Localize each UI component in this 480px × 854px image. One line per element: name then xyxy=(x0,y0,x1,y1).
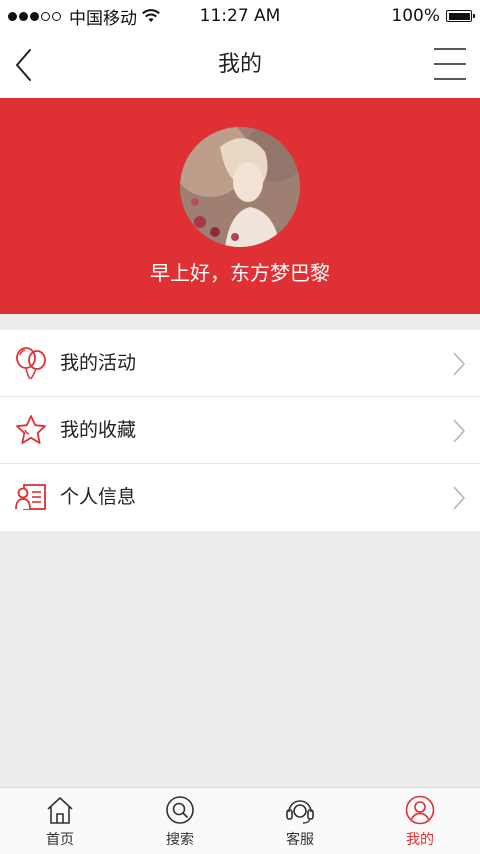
tab-label: 我的 xyxy=(406,832,434,848)
menu-list: 我的活动 我的收藏 个人信息 xyxy=(0,330,480,531)
tab-service[interactable]: 客服 xyxy=(240,788,360,854)
menu-item-favorites[interactable]: 我的收藏 xyxy=(0,397,480,464)
tab-bar: 首页 搜索 客服 我的 xyxy=(0,787,480,854)
greeting-text: 早上好，东方梦巴黎 xyxy=(150,261,330,285)
tab-label: 首页 xyxy=(46,832,74,848)
menu-item-activities[interactable]: 我的活动 xyxy=(0,330,480,397)
menu-item-label: 个人信息 xyxy=(60,486,137,508)
tab-label: 客服 xyxy=(286,832,314,848)
id-card-icon xyxy=(15,484,46,510)
profile-banner: 早上好，东方梦巴黎 xyxy=(0,98,480,314)
tab-mine[interactable]: 我的 xyxy=(360,788,480,854)
star-icon xyxy=(16,415,46,444)
tab-search[interactable]: 搜索 xyxy=(120,788,240,854)
home-icon xyxy=(47,797,73,824)
page-title: 我的 xyxy=(217,52,262,77)
menu-item-label: 我的收藏 xyxy=(60,419,137,441)
status-bar: 中国移动 11:27 AM 100% xyxy=(0,0,480,32)
chevron-right-icon xyxy=(453,486,465,510)
balloon-icon xyxy=(16,347,46,380)
headset-icon xyxy=(286,800,314,824)
menu-icon[interactable] xyxy=(434,46,466,82)
avatar-photo xyxy=(180,127,300,247)
tab-home[interactable]: 首页 xyxy=(0,788,120,854)
menu-item-personal-info[interactable]: 个人信息 xyxy=(0,464,480,531)
battery-percent: 100% xyxy=(391,6,440,26)
user-icon xyxy=(405,795,435,825)
status-right: 100% xyxy=(391,5,475,27)
chevron-right-icon xyxy=(453,419,465,443)
menu-item-label: 我的活动 xyxy=(60,352,137,374)
tab-label: 搜索 xyxy=(166,832,194,848)
search-icon xyxy=(166,796,194,824)
chevron-right-icon xyxy=(453,352,465,376)
nav-bar: 我的 xyxy=(0,32,480,98)
avatar[interactable] xyxy=(180,127,300,247)
battery-icon xyxy=(446,10,475,22)
